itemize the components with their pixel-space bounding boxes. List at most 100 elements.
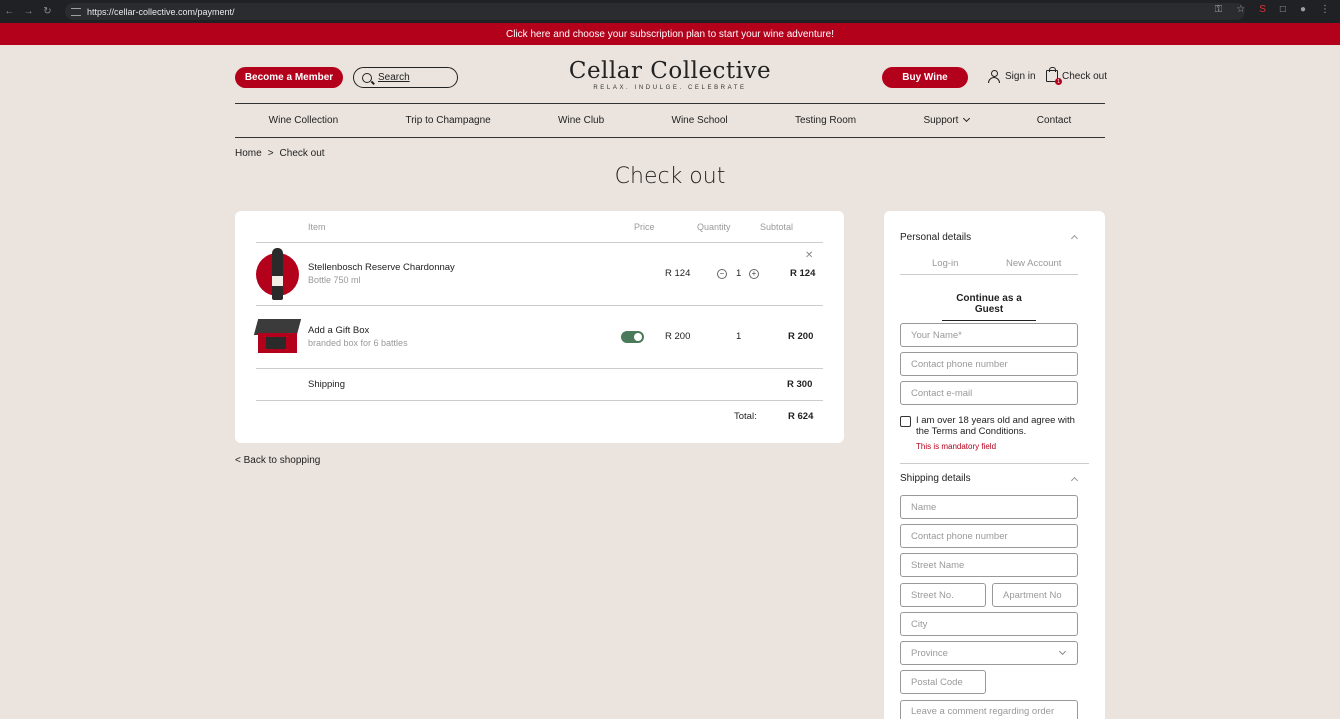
divider [256, 242, 823, 243]
column-header-subtotal: Subtotal [760, 222, 794, 232]
checkout-label: Check out [1062, 70, 1108, 82]
item-subtotal: R 124 [790, 268, 816, 279]
search-icon [362, 72, 372, 83]
url-text: https://cellar-collective.com/payment/ [87, 6, 235, 17]
logo-tagline: RELAX. INDULGE. CELEBRATE [593, 85, 747, 91]
nav-item-wine-school[interactable]: Wine School [672, 115, 728, 126]
profile-avatar-icon[interactable]: ● [1300, 4, 1306, 15]
order-comment-field[interactable]: Leave a comment regarding order [900, 700, 1078, 719]
chevron-up-icon[interactable] [1070, 234, 1079, 243]
item-name[interactable]: Add a Gift Box [308, 325, 369, 336]
your-name-field[interactable]: Your Name* [900, 323, 1078, 347]
site-logo[interactable]: Cellar Collective RELAX. INDULGE. CELEBR… [560, 58, 780, 91]
column-header-item: Item [308, 222, 326, 232]
cart-table: Item Price Quantity Subtotal Stellenbosc… [235, 211, 844, 443]
city-field[interactable]: City [900, 612, 1078, 636]
item-description: branded box for 6 battles [308, 338, 408, 348]
back-arrow-icon[interactable]: ← [0, 6, 19, 17]
age-terms-label: I am over 18 years old and agree with th… [916, 415, 1075, 437]
shipping-details-title[interactable]: Shipping details [900, 473, 971, 484]
sign-in-label: Sign in [1005, 70, 1036, 82]
mandatory-field-error: This is mandatory field [916, 442, 997, 451]
address-bar[interactable]: https://cellar-collective.com/payment/ [65, 3, 1245, 20]
contact-email-field[interactable]: Contact e-mail [900, 381, 1078, 405]
user-icon [988, 70, 1000, 83]
item-quantity: 1 [736, 268, 742, 279]
minus-icon[interactable]: − [717, 269, 727, 279]
breadcrumb-home[interactable]: Home [235, 148, 262, 159]
extension-icon[interactable]: S [1259, 4, 1266, 15]
extensions-puzzle-icon[interactable]: □ [1280, 4, 1286, 15]
total-value: R 624 [788, 411, 814, 422]
item-name[interactable]: Stellenbosch Reserve Chardonnay [308, 262, 455, 273]
wine-bottle-image [256, 248, 299, 300]
continue-as-guest-tab[interactable]: Continue as a Guest [942, 293, 1036, 321]
contact-phone-field[interactable]: Contact phone number [900, 352, 1078, 376]
nav-item-wine-club[interactable]: Wine Club [558, 115, 604, 126]
nav-support-label: Support [923, 115, 959, 126]
postal-code-field[interactable]: Postal Code [900, 670, 986, 694]
street-number-field[interactable]: Street No. [900, 583, 986, 607]
shopping-bag-icon: 1 [1046, 67, 1062, 85]
chevron-down-icon [963, 114, 971, 123]
gift-box-toggle[interactable] [621, 331, 644, 343]
back-to-shopping-link[interactable]: < Back to shopping [235, 455, 320, 466]
become-member-button[interactable]: Become a Member [235, 67, 343, 88]
menu-kebab-icon[interactable]: ⋮ [1320, 4, 1330, 15]
promo-banner[interactable]: Click here and choose your subscription … [0, 23, 1340, 45]
divider [256, 368, 823, 369]
buy-wine-button[interactable]: Buy Wine [882, 67, 968, 88]
column-header-quantity: Quantity [697, 222, 731, 232]
shipping-value: R 300 [787, 379, 813, 390]
age-terms-checkbox-row[interactable]: I am over 18 years old and agree with th… [900, 415, 1080, 437]
nav-item-contact[interactable]: Contact [1037, 115, 1071, 126]
total-label: Total: [734, 411, 757, 422]
street-name-field[interactable]: Street Name [900, 553, 1078, 577]
nav-item-testing-room[interactable]: Testing Room [795, 115, 856, 126]
nav-item-wine-collection[interactable]: Wine Collection [269, 115, 338, 126]
search-label[interactable]: Search [378, 72, 410, 83]
gift-box-image [253, 319, 302, 355]
divider [256, 400, 823, 401]
apartment-number-field[interactable]: Apartment No [992, 583, 1078, 607]
search-box[interactable]: Search [353, 67, 458, 88]
tab-new-account[interactable]: New Account [1006, 258, 1061, 269]
tab-divider [900, 274, 1078, 275]
site-settings-icon[interactable] [71, 7, 81, 16]
nav-item-support[interactable]: Support [923, 114, 971, 126]
breadcrumb-current: Check out [279, 148, 325, 159]
column-header-price: Price [634, 222, 655, 232]
item-description: Bottle 750 ml [308, 275, 361, 285]
nav-item-trip-to-champagne[interactable]: Trip to Champagne [405, 115, 490, 126]
divider [900, 463, 1089, 464]
logo-name: Cellar Collective [568, 58, 772, 84]
cart-count-badge: 1 [1055, 78, 1062, 85]
reload-icon[interactable]: ↻ [38, 6, 57, 17]
item-quantity: 1 [736, 331, 742, 342]
sign-in-link[interactable]: Sign in [988, 70, 1036, 83]
age-terms-checkbox[interactable] [900, 416, 911, 427]
divider [256, 305, 823, 306]
shipping-phone-field[interactable]: Contact phone number [900, 524, 1078, 548]
item-subtotal: R 200 [788, 331, 814, 342]
province-select[interactable]: Province [900, 641, 1078, 665]
province-placeholder: Province [911, 647, 948, 659]
key-icon[interactable]: ⚿ [1215, 4, 1223, 15]
item-price: R 200 [665, 331, 691, 342]
remove-item-icon[interactable]: ✕ [805, 250, 813, 261]
shipping-name-field[interactable]: Name [900, 495, 1078, 519]
main-navigation: Wine Collection Trip to Champagne Wine C… [235, 103, 1105, 138]
checkout-link[interactable]: 1 Check out [1046, 67, 1108, 85]
bookmark-star-icon[interactable]: ☆ [1236, 4, 1245, 15]
tab-log-in[interactable]: Log-in [932, 258, 958, 269]
chevron-up-icon[interactable] [1070, 476, 1079, 485]
personal-details-title[interactable]: Personal details [900, 232, 971, 243]
breadcrumb-separator: > [267, 148, 274, 159]
plus-icon[interactable]: + [749, 269, 759, 279]
browser-toolbar: ← → ↻ https://cellar-collective.com/paym… [0, 0, 1340, 23]
chevron-down-icon [1058, 647, 1067, 656]
forward-arrow-icon[interactable]: → [19, 6, 38, 17]
promo-text[interactable]: Click here and choose your subscription … [506, 29, 834, 40]
shipping-label: Shipping [308, 379, 345, 390]
page-title: Check out [614, 164, 726, 189]
